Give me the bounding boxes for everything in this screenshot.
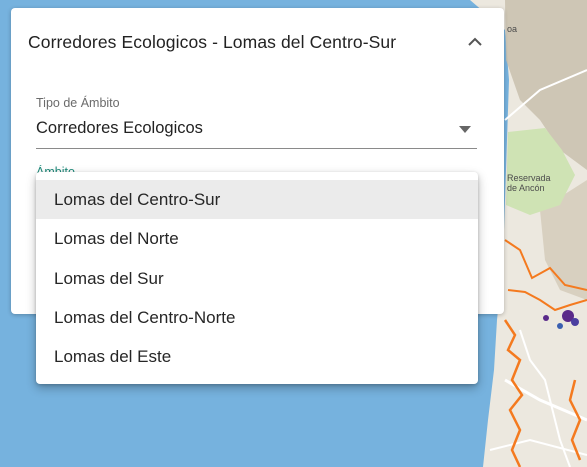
- menu-item[interactable]: Lomas del Sur: [36, 259, 478, 298]
- scope-type-label: Tipo de Ámbito: [36, 96, 120, 110]
- collapse-button[interactable]: [463, 30, 487, 54]
- map-label: de Ancón: [507, 183, 545, 193]
- map-label: oa: [507, 24, 517, 34]
- chevron-up-icon: [468, 37, 482, 46]
- menu-item[interactable]: Lomas del Centro-Norte: [36, 298, 478, 337]
- menu-item[interactable]: Lomas del Este: [36, 337, 478, 376]
- map-label: Reservada: [507, 173, 551, 183]
- dropdown-arrow-icon: [459, 126, 471, 133]
- scope-type-value: Corredores Ecologicos: [36, 119, 203, 137]
- scope-type-select[interactable]: Corredores Ecologicos: [36, 116, 477, 149]
- menu-item[interactable]: Lomas del Norte: [36, 219, 478, 258]
- card-title: Corredores Ecologicos - Lomas del Centro…: [28, 32, 397, 52]
- menu-item[interactable]: Lomas del Centro-Sur: [36, 180, 478, 220]
- scope-dropdown-menu: Lomas del Centro-Sur Lomas del Norte Lom…: [36, 172, 478, 384]
